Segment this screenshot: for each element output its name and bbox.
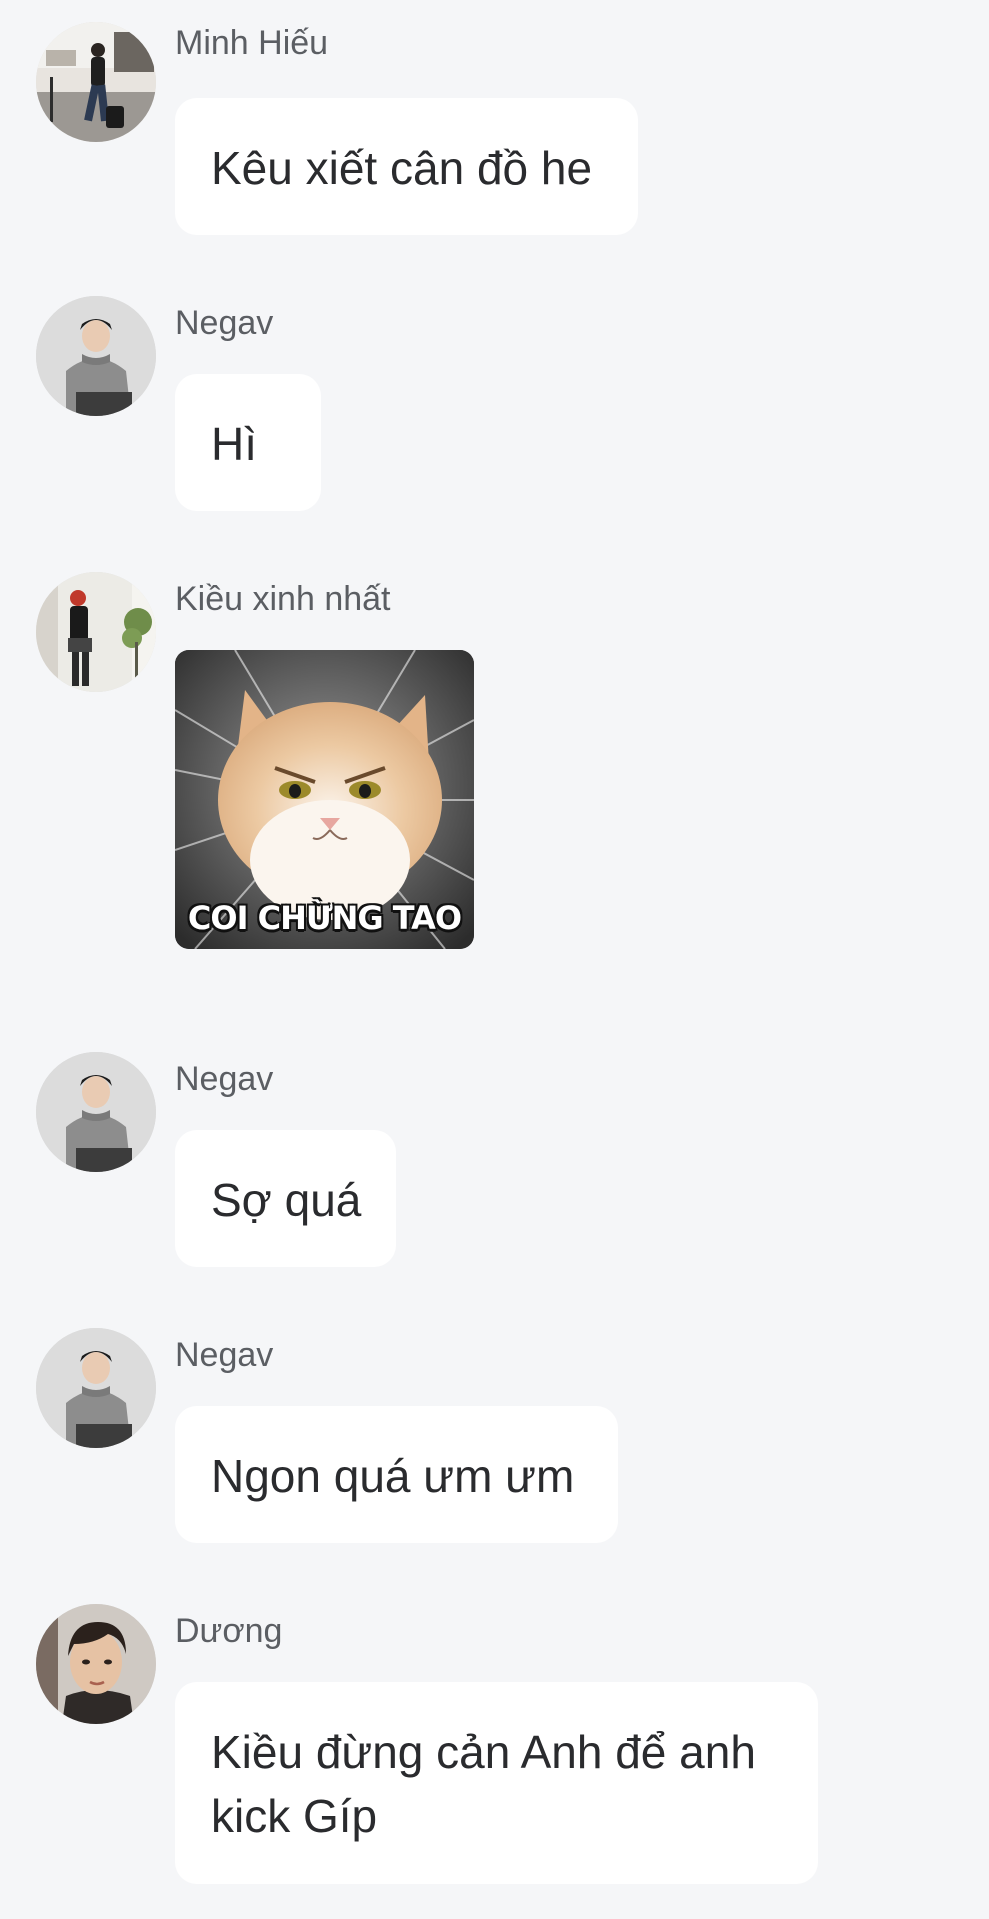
person-grey-sweater-avatar-icon [36,296,156,416]
chat-message[interactable]: Negav Sợ quá [0,1032,989,1282]
sender-avatar[interactable] [36,1052,156,1172]
message-bubble[interactable]: Kêu xiết cân đồ he [175,98,638,235]
sender-name: Minh Hiếu [175,24,329,62]
sender-name: Kiều xinh nhất [175,580,391,618]
chat-message[interactable]: Minh Hiếu Kêu xiết cân đồ he [0,0,989,250]
chat-message[interactable]: Dương Kiều đừng cản Anh để anh kick Gíp [0,1584,989,1919]
person-grey-sweater-avatar-icon [36,1052,156,1172]
chat-message[interactable]: Kiều xinh nhất COI CHỪNG TAO [0,552,989,972]
sticker-caption: COI CHỪNG TAO [187,899,462,937]
sticker-image[interactable]: COI CHỪNG TAO [175,650,474,949]
message-bubble[interactable]: Sợ quá [175,1130,396,1267]
person-grey-sweater-avatar-icon [36,1328,156,1448]
sender-name: Negav [175,1336,274,1374]
message-bubble[interactable]: Ngon quá ưm ưm [175,1406,618,1543]
sender-avatar[interactable] [36,572,156,692]
chat-message[interactable]: Negav Hì [0,276,989,526]
message-bubble[interactable]: Hì [175,374,321,511]
sender-name: Negav [175,1060,274,1098]
sender-avatar[interactable] [36,1328,156,1448]
sender-avatar[interactable] [36,1604,156,1724]
sender-avatar[interactable] [36,296,156,416]
person-black-outfit-avatar-icon [36,572,156,692]
person-street-photo-avatar-icon [36,22,156,142]
sender-name: Dương [175,1612,283,1650]
chat-message-list: Minh Hiếu Kêu xiết cân đồ he Negav Hì Ki… [0,0,989,1919]
person-portrait-avatar-icon [36,1604,156,1724]
chat-message[interactable]: Negav Ngon quá ưm ưm [0,1308,989,1558]
sender-name: Negav [175,304,274,342]
message-bubble[interactable]: Kiều đừng cản Anh để anh kick Gíp [175,1682,818,1884]
sender-avatar[interactable] [36,22,156,142]
